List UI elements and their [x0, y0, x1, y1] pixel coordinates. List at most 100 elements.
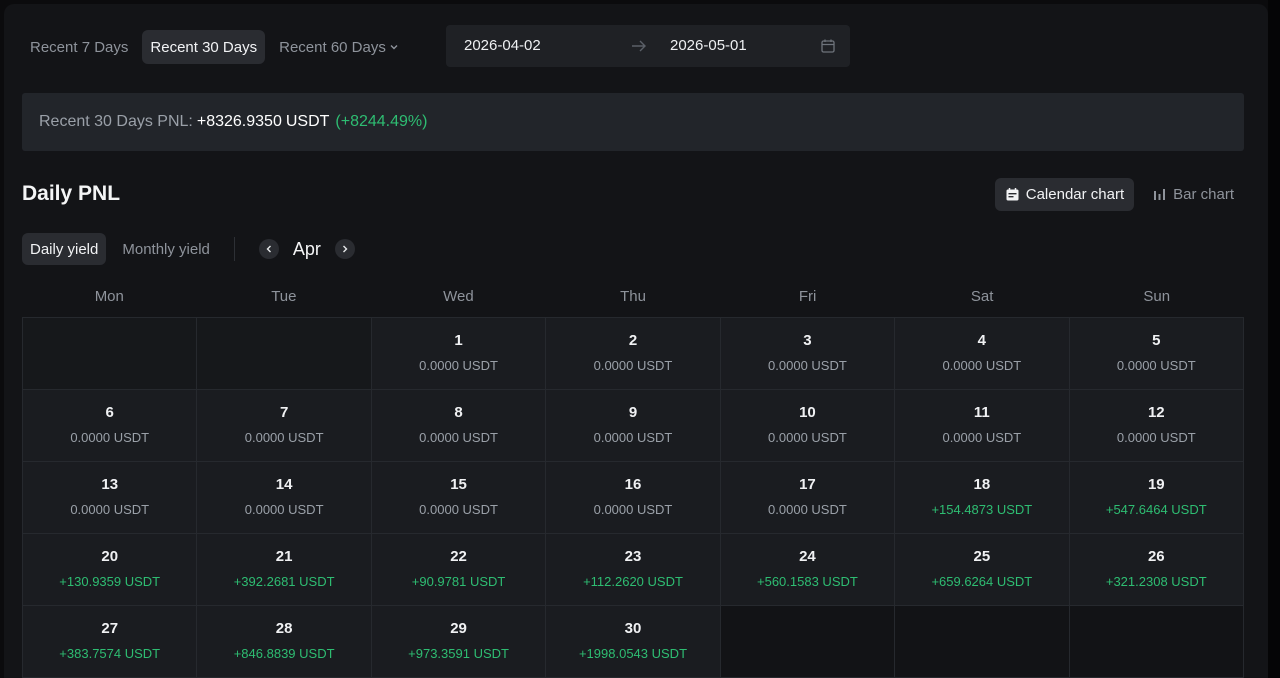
calendar-day-cell[interactable]: 28 +846.8839 USDT	[197, 606, 372, 678]
pnl-label: Recent 30 Days PNL:	[39, 113, 193, 130]
calendar-empty-cell	[23, 318, 198, 390]
calendar-day-cell[interactable]: 5 0.0000 USDT	[1069, 318, 1244, 390]
day-pnl-value: +1998.0543 USDT	[578, 646, 688, 661]
tab-monthly-yield[interactable]: Monthly yield	[114, 233, 218, 265]
pnl-value: +8326.9350	[196, 113, 282, 130]
day-pnl-value: 0.0000 USDT	[593, 502, 673, 517]
day-number: 19	[1147, 476, 1165, 493]
calendar-day-cell[interactable]: 22 +90.9781 USDT	[371, 534, 547, 606]
weekday-tue: Tue	[271, 288, 297, 305]
weekday-wed: Wed	[443, 288, 474, 305]
window-edge	[1268, 0, 1280, 678]
day-pnl-value: 0.0000 USDT	[419, 430, 498, 445]
current-month: Apr	[292, 238, 321, 259]
day-pnl-value: +90.9781 USDT	[411, 574, 506, 589]
calendar-day-cell[interactable]: 20 +130.9359 USDT	[23, 534, 198, 606]
calendar-chart-button[interactable]: Calendar chart	[994, 178, 1135, 211]
calendar-day-cell[interactable]: 17 0.0000 USDT	[720, 462, 896, 534]
tab-daily-yield[interactable]: Daily yield	[22, 233, 107, 265]
range-7-days-label: Recent 7 Days	[30, 38, 129, 56]
day-number: 24	[799, 548, 816, 565]
calendar-day-cell[interactable]: 16 0.0000 USDT	[546, 462, 721, 534]
pnl-summary-banner: Recent 30 Days PNL: +8326.9350 USDT (+82…	[22, 93, 1244, 151]
day-number: 6	[105, 404, 114, 421]
calendar-day-cell[interactable]: 19 +547.6464 USDT	[1069, 462, 1244, 534]
day-number: 9	[628, 404, 638, 421]
calendar-day-cell[interactable]: 7 0.0000 USDT	[197, 390, 372, 462]
weekday-sun: Sun	[1143, 288, 1171, 305]
calendar-day-cell[interactable]: 18 +154.4873 USDT	[895, 462, 1070, 534]
calendar-day-cell[interactable]: 23 +112.2620 USDT	[546, 534, 721, 606]
start-date-input[interactable]: 2026-04-02	[464, 37, 541, 54]
weekday-fri: Fri	[798, 288, 817, 305]
chart-type-toggle: Calendar chart Bar chart	[994, 178, 1244, 211]
calendar-day-cell[interactable]: 4 0.0000 USDT	[895, 318, 1070, 390]
range-60-days-dropdown[interactable]: Recent 60 Days	[271, 30, 407, 64]
day-number: 18	[973, 476, 991, 493]
date-range-picker[interactable]: 2026-04-02 2026-05-01	[446, 25, 850, 67]
calendar-empty-cell	[197, 318, 372, 390]
day-pnl-value: +112.2620 USDT	[583, 574, 683, 589]
calendar-empty-cell	[720, 606, 896, 678]
day-number: 2	[628, 332, 638, 349]
calendar-day-cell[interactable]: 13 0.0000 USDT	[23, 462, 198, 534]
bar-chart-label: Bar chart	[1173, 186, 1234, 203]
calendar-day-cell[interactable]: 8 0.0000 USDT	[371, 390, 547, 462]
day-number: 12	[1147, 404, 1165, 421]
day-pnl-value: +547.6464 USDT	[1105, 502, 1207, 517]
calendar-empty-cell	[1069, 606, 1244, 678]
day-pnl-value: +659.6264 USDT	[931, 574, 1033, 589]
day-number: 7	[279, 404, 289, 421]
month-navigator: Apr	[258, 238, 355, 260]
day-number: 13	[101, 476, 119, 493]
calendar-day-cell[interactable]: 24 +560.1583 USDT	[720, 534, 896, 606]
calendar-day-cell[interactable]: 27 +383.7574 USDT	[23, 606, 198, 678]
range-7-days-button[interactable]: Recent 7 Days	[22, 30, 136, 64]
day-pnl-value: +560.1583 USDT	[757, 574, 858, 589]
calendar-day-cell[interactable]: 14 0.0000 USDT	[197, 462, 372, 534]
day-pnl-value: 0.0000 USDT	[768, 430, 847, 445]
day-pnl-value: +383.7574 USDT	[59, 646, 161, 661]
calendar-day-cell[interactable]: 6 0.0000 USDT	[23, 390, 198, 462]
prev-month-button[interactable]	[258, 239, 279, 259]
range-30-days-button[interactable]: Recent 30 Days	[142, 30, 266, 64]
next-month-button[interactable]	[334, 239, 355, 259]
day-number: 27	[101, 620, 119, 637]
calendar-day-cell[interactable]: 30 +1998.0543 USDT	[546, 606, 721, 678]
calendar-day-cell[interactable]: 25 +659.6264 USDT	[895, 534, 1070, 606]
chevron-right-icon	[342, 245, 348, 253]
yield-tabs: Daily yield Monthly yield Apr	[22, 233, 355, 265]
day-pnl-value: 0.0000 USDT	[244, 430, 324, 445]
calendar-day-cell[interactable]: 11 0.0000 USDT	[895, 390, 1070, 462]
day-pnl-value: 0.0000 USDT	[419, 358, 498, 373]
weekday-mon: Mon	[94, 288, 124, 305]
range-30-days-label: Recent 30 Days	[150, 38, 258, 56]
calendar-empty-cell	[895, 606, 1070, 678]
end-date-input[interactable]: 2026-05-01	[670, 37, 747, 54]
calendar-day-cell[interactable]: 10 0.0000 USDT	[720, 390, 896, 462]
day-pnl-value: 0.0000 USDT	[942, 430, 1022, 445]
day-number: 10	[799, 404, 816, 421]
app-frame: Recent 7 Days Recent 30 Days Recent 60 D…	[4, 4, 1268, 678]
calendar-day-cell[interactable]: 12 0.0000 USDT	[1069, 390, 1244, 462]
calendar-day-cell[interactable]: 1 0.0000 USDT	[371, 318, 547, 390]
day-pnl-value: 0.0000 USDT	[768, 358, 847, 373]
day-pnl-value: 0.0000 USDT	[1116, 358, 1196, 373]
pnl-unit: USDT	[285, 113, 330, 130]
section-title: Daily PNL	[22, 182, 121, 205]
day-pnl-value: +846.8839 USDT	[233, 646, 335, 661]
calendar-day-cell[interactable]: 21 +392.2681 USDT	[197, 534, 372, 606]
day-pnl-value: +154.4873 USDT	[931, 502, 1033, 517]
bar-chart-button[interactable]: Bar chart	[1142, 178, 1244, 211]
day-number: 22	[450, 548, 467, 565]
arrow-right-icon	[632, 40, 646, 52]
calendar-day-cell[interactable]: 15 0.0000 USDT	[371, 462, 547, 534]
day-pnl-value: +130.9359 USDT	[59, 574, 161, 589]
calendar-day-cell[interactable]: 2 0.0000 USDT	[546, 318, 721, 390]
calendar-day-cell[interactable]: 3 0.0000 USDT	[720, 318, 896, 390]
calendar-day-cell[interactable]: 9 0.0000 USDT	[546, 390, 721, 462]
calendar-day-cell[interactable]: 29 +973.3591 USDT	[371, 606, 547, 678]
pnl-percentage: (+8244.49%)	[335, 113, 428, 130]
calendar-icon[interactable]	[820, 38, 836, 54]
calendar-day-cell[interactable]: 26 +321.2308 USDT	[1069, 534, 1244, 606]
